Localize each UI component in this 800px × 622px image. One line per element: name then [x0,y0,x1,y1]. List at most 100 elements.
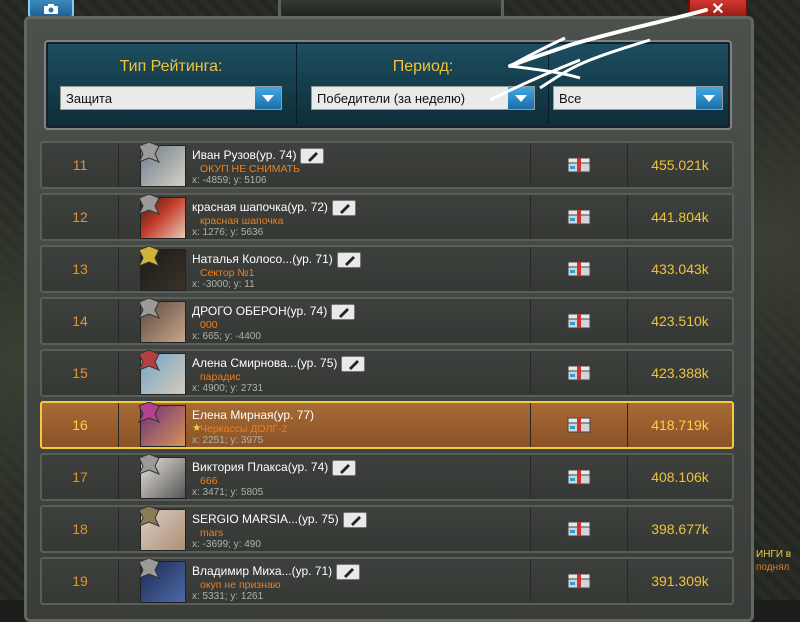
player-cell[interactable]: красная шапочка(ур. 72) красная шапочка … [120,194,531,239]
coordinates: x: 2251; y: 3975 [192,435,264,446]
player-cell[interactable]: Алена Смирнова...(ур. 75) парадис x: 490… [120,350,531,395]
clan-name: Сектор №1 [200,267,255,279]
rank-badge-icon [137,350,161,371]
player-name: Наталья Колосо...(ур. 71) [192,252,361,268]
avatar[interactable] [137,506,186,551]
gift-cell[interactable] [531,143,628,187]
gift-box-icon[interactable] [567,573,591,589]
player-name: ДРОГО ОБЕРОН(ур. 74) [192,304,356,320]
rank-badge-icon [137,558,161,579]
rank: 18 [42,507,119,551]
gift-box-icon[interactable] [567,209,591,225]
pencil-icon[interactable] [336,252,361,268]
rank-badge-icon [137,402,161,423]
player-cell[interactable]: Виктория Плакса(ур. 74) 666 x: 3471; y: … [120,454,531,499]
background-chat-text: ИНГИ в поднял [756,548,791,574]
chevron-down-icon[interactable] [255,87,281,109]
avatar[interactable] [137,194,186,239]
rating-type-filter: Тип Рейтинга: Защита [46,42,296,124]
gift-cell[interactable] [531,351,628,395]
table-row[interactable]: 14 ДРОГО ОБЕРОН(ур. 74) 000 x: 665; y: -… [40,297,734,345]
player-name: Елена Мирная(ур. 77) [192,408,315,422]
gift-box-icon[interactable] [567,365,591,381]
gift-cell[interactable] [531,195,628,239]
rating-type-select[interactable]: Защита [60,86,282,110]
gift-cell[interactable] [531,559,628,603]
gift-box-icon[interactable] [567,261,591,277]
coordinates: x: 5331; y: 1261 [192,591,264,602]
table-row[interactable]: 18 SERGIO MARSIA...(ур. 75) mars x: -369… [40,505,734,553]
gift-box-icon[interactable] [567,313,591,329]
player-cell[interactable]: Владимир Миха...(ур. 71) окуп не признаю… [120,558,531,603]
avatar[interactable] [137,350,186,395]
chat-line: ИНГИ в [756,549,792,560]
period-label: Период: [392,58,454,75]
avatar[interactable] [137,558,186,603]
scope-select[interactable]: Все [553,86,723,110]
table-row[interactable]: 12 красная шапочка(ур. 72) красная шапоч… [40,193,734,241]
period-select[interactable]: Победители (за неделю) [311,86,535,110]
gift-cell[interactable] [531,455,628,499]
rank: 13 [42,247,119,291]
rank: 11 [42,143,119,187]
period-filter: Период: Победители (за неделю) [296,42,549,124]
score: 423.510k [651,313,709,329]
pencil-icon[interactable] [342,512,367,528]
gift-cell[interactable] [531,403,628,447]
clan-name: 666 [200,475,218,487]
pencil-icon[interactable] [341,356,366,372]
gift-box-icon[interactable] [567,521,591,537]
player-name: Алена Смирнова...(ур. 75) [192,356,366,372]
rank: 17 [42,455,119,499]
coordinates: x: -4859; y: 5106 [192,175,267,186]
rank-badge-icon [137,142,161,163]
table-row[interactable]: 11 Иван Рузов(ур. 74) ОКУП НЕ СНИМАТЬ x:… [40,141,734,189]
camera-icon [44,4,58,14]
chevron-down-icon[interactable] [508,87,534,109]
gift-cell[interactable] [531,507,628,551]
rating-type-label: Тип Рейтинга: [119,58,223,75]
table-row-highlighted[interactable]: 16 Елена Мирная(ур. 77) ★ Черкассы ДОЛГ-2… [40,401,734,449]
player-cell[interactable]: SERGIO MARSIA...(ур. 75) mars x: -3699; … [120,506,531,551]
clan-name: окуп не признаю [200,579,281,591]
pencil-icon[interactable] [336,564,361,580]
player-cell[interactable]: Наталья Колосо...(ур. 71) Сектор №1 x: -… [120,246,531,291]
avatar[interactable] [137,246,186,291]
pencil-icon[interactable] [300,148,325,164]
chevron-down-icon[interactable] [696,87,722,109]
gift-cell[interactable] [531,247,628,291]
gift-box-icon[interactable] [567,157,591,173]
clan-name: mars [200,527,224,539]
gift-box-icon[interactable] [567,469,591,485]
table-row[interactable]: 13 Наталья Колосо...(ур. 71) Сектор №1 x… [40,245,734,293]
score: 433.043k [651,261,709,277]
gift-box-icon[interactable] [567,417,591,433]
avatar[interactable] [137,298,186,343]
rank: 19 [42,559,119,603]
period-value: Победители (за неделю) [317,90,466,106]
table-row[interactable]: 19 Владимир Миха...(ур. 71) окуп не приз… [40,557,734,605]
score: 398.677k [651,521,709,537]
player-cell[interactable]: Елена Мирная(ур. 77) ★ Черкассы ДОЛГ-2 x:… [120,402,531,447]
player-cell[interactable]: ДРОГО ОБЕРОН(ур. 74) 000 x: 665; y: -440… [120,298,531,343]
score: 391.309k [651,573,709,589]
rank-badge-icon [137,506,161,527]
score: 455.021k [651,157,709,173]
pencil-icon[interactable] [331,304,356,320]
table-row[interactable]: 15 Алена Смирнова...(ур. 75) парадис x: … [40,349,734,397]
avatar[interactable] [137,402,186,447]
score: 423.388k [651,365,709,381]
player-name: SERGIO MARSIA...(ур. 75) [192,512,367,528]
pencil-icon[interactable] [332,460,357,476]
avatar[interactable] [137,454,186,499]
star-icon: ★ [192,422,202,434]
pencil-icon[interactable] [331,200,356,216]
player-cell[interactable]: Иван Рузов(ур. 74) ОКУП НЕ СНИМАТЬ x: -4… [120,142,531,187]
player-name: красная шапочка(ур. 72) [192,200,356,216]
coordinates: x: -3699; y: 490 [192,539,261,550]
scope-filter: Все [548,42,731,124]
gift-cell[interactable] [531,299,628,343]
table-row[interactable]: 17 Виктория Плакса(ур. 74) 666 x: 3471; … [40,453,734,501]
score: 441.804k [651,209,709,225]
avatar[interactable] [137,142,186,187]
